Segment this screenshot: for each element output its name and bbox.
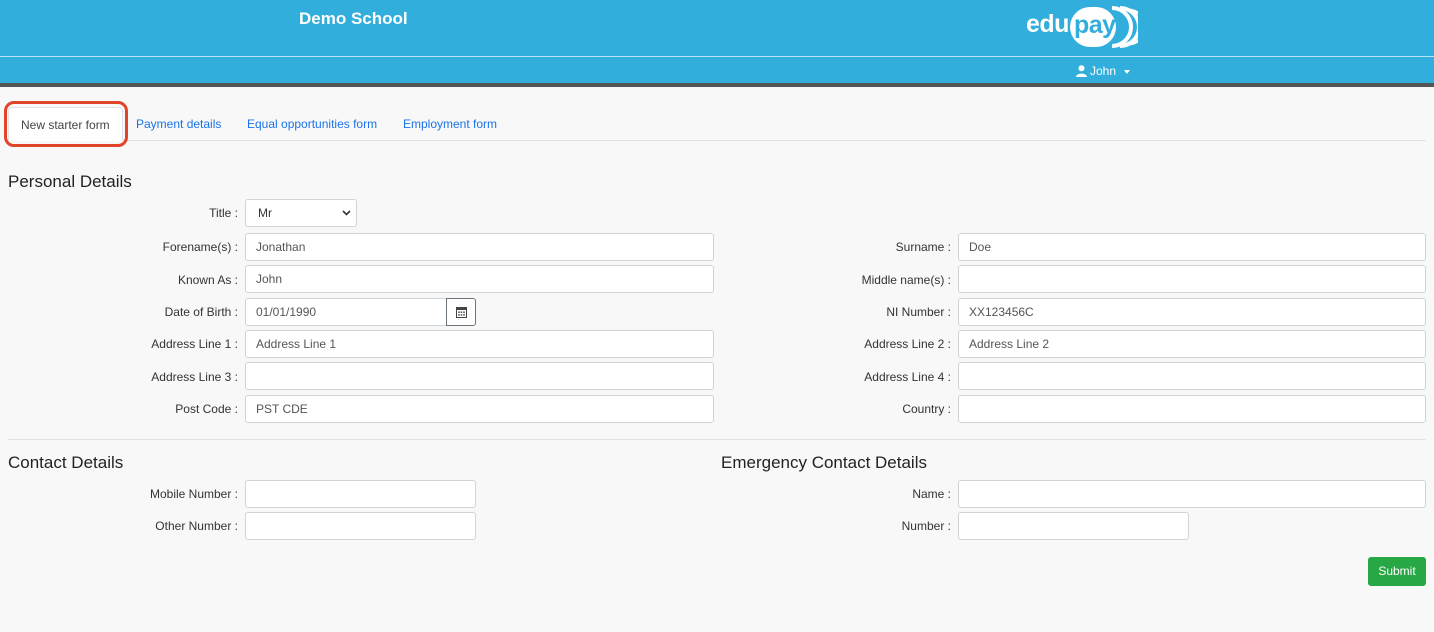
address-line3-label: Address Line 3 : [151, 370, 238, 384]
logo-arcs-icon [1111, 6, 1138, 48]
title-select[interactable]: Mr [245, 199, 357, 227]
calendar-icon [455, 307, 467, 318]
known-as-input[interactable]: John [245, 265, 714, 293]
edupay-logo: edu pay [1026, 4, 1138, 50]
user-name: John [1090, 64, 1117, 78]
contact-details-heading: Contact Details [8, 453, 124, 472]
emergency-contact-heading: Emergency Contact Details [721, 453, 927, 472]
top-header: Demo School edu pay [0, 0, 1434, 57]
known-as-label: Known As : [177, 273, 238, 287]
address-line1-input[interactable]: Address Line 1 [245, 330, 714, 358]
form-tabs: New starter form Payment details Equal o… [8, 107, 1426, 141]
middle-name-input[interactable] [958, 265, 1426, 293]
logo-edu-text: edu [1026, 10, 1069, 38]
address-line3-input[interactable] [245, 362, 714, 390]
emergency-number-label: Number : [901, 519, 951, 533]
other-number-label: Other Number : [155, 519, 238, 533]
address-line4-label: Address Line 4 : [864, 370, 951, 384]
dob-label: Date of Birth : [164, 305, 238, 319]
surname-input[interactable]: Doe [958, 233, 1426, 261]
mobile-number-input[interactable] [245, 480, 476, 508]
address-line1-label: Address Line 1 : [151, 337, 238, 351]
post-code-label: Post Code : [175, 402, 238, 416]
submit-button[interactable]: Submit [1368, 557, 1426, 586]
country-input[interactable] [958, 395, 1426, 423]
surname-label: Surname : [895, 240, 951, 254]
middle-name-label: Middle name(s) : [861, 273, 951, 287]
user-bar: John [0, 57, 1434, 87]
title-label: Title : [209, 206, 238, 220]
ni-number-input[interactable]: XX123456C [958, 298, 1426, 326]
dob-input[interactable]: 01/01/1990 [245, 298, 447, 326]
emergency-name-input[interactable] [958, 480, 1426, 508]
tab-new-starter-form[interactable]: New starter form [8, 107, 123, 141]
post-code-input[interactable]: PST CDE [245, 395, 714, 423]
tab-payment-details[interactable]: Payment details [124, 107, 233, 141]
emergency-number-input[interactable] [958, 512, 1189, 540]
emergency-name-label: Name : [912, 487, 951, 501]
address-line2-input[interactable]: Address Line 2 [958, 330, 1426, 358]
country-label: Country : [902, 402, 951, 416]
tab-employment-form[interactable]: Employment form [391, 107, 509, 141]
personal-details-heading: Personal Details [8, 172, 132, 191]
caret-down-icon [1124, 69, 1131, 74]
school-name: Demo School [299, 9, 408, 28]
ni-number-label: NI Number : [886, 305, 951, 319]
forename-input[interactable]: Jonathan [245, 233, 714, 261]
other-number-input[interactable] [245, 512, 476, 540]
section-divider [8, 439, 1426, 440]
mobile-number-label: Mobile Number : [149, 487, 238, 501]
user-menu[interactable]: John [1076, 64, 1131, 78]
calendar-button[interactable] [446, 298, 476, 326]
title-select-value: Mr [258, 206, 272, 220]
tab-equal-opportunities-form[interactable]: Equal opportunities form [235, 107, 389, 141]
address-line2-label: Address Line 2 : [864, 337, 951, 351]
user-icon [1076, 65, 1087, 77]
forename-label: Forename(s) : [162, 240, 238, 254]
chevron-down-icon [342, 210, 351, 216]
address-line4-input[interactable] [958, 362, 1426, 390]
